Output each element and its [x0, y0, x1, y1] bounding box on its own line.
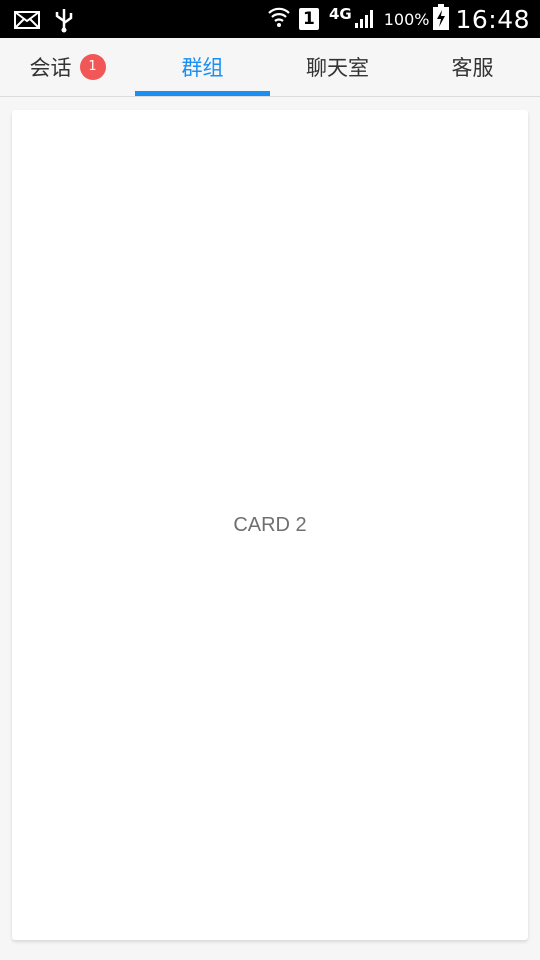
unread-badge: 1	[79, 54, 106, 80]
status-bar-left	[14, 7, 74, 37]
battery-level: 100%	[383, 9, 430, 29]
status-bar: 1 4G 100% 16:48	[0, 0, 540, 38]
clock: 16:48	[455, 4, 530, 34]
signal-icon	[354, 5, 378, 33]
battery-charging-icon	[433, 4, 450, 34]
active-tab-indicator	[135, 91, 270, 96]
content-card[interactable]: CARD 2	[12, 110, 528, 940]
tab-label: 会话	[29, 56, 72, 80]
tab-customer-service[interactable]: 客服	[405, 38, 540, 96]
usb-icon	[54, 7, 74, 37]
tab-groups[interactable]: 群组	[135, 38, 270, 96]
tab-chatrooms[interactable]: 聊天室	[270, 38, 405, 96]
tab-label: 聊天室	[306, 56, 369, 80]
tab-label: 群组	[181, 56, 224, 80]
tab-label: 客服	[451, 56, 494, 80]
sim-indicator: 1	[298, 8, 319, 30]
wifi-icon	[267, 4, 291, 34]
status-bar-right: 1 4G 100% 16:48	[267, 0, 530, 38]
tab-bar: 会话 1 群组 聊天室 客服	[0, 38, 540, 97]
card-label: CARD 2	[233, 513, 307, 536]
tab-conversations[interactable]: 会话 1	[0, 38, 135, 96]
network-type: 4G	[328, 5, 352, 23]
mail-icon	[14, 10, 40, 34]
